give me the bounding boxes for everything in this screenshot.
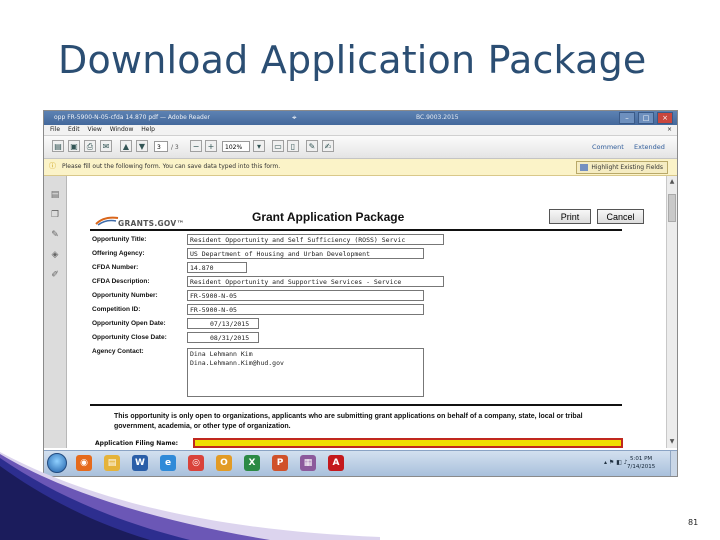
window-controls: – □ ×	[619, 112, 673, 124]
save-icon[interactable]: ▣	[68, 140, 80, 152]
highlight-fields-button[interactable]: Highlight Existing Fields	[576, 161, 668, 174]
eligibility-notice: This opportunity is only open to organiz…	[114, 413, 583, 430]
pdf-document-page: GRANTS.GOV™ Grant Application Package Pr…	[67, 176, 666, 448]
page-total: / 3	[171, 144, 179, 151]
info-icon: ⓘ	[49, 162, 56, 170]
document-message-bar: ⓘ Please fill out the following form. Yo…	[44, 159, 677, 176]
page-up-icon[interactable]: ▲	[120, 140, 132, 152]
cfda-number-label: CFDA Number:	[92, 264, 139, 271]
comment-bubble-icon[interactable]: ✎	[306, 140, 318, 152]
navigation-pane: ▤ ❐ ✎ ◈ ✐	[44, 176, 67, 448]
menu-view[interactable]: View	[88, 126, 102, 133]
slide-title: Download Application Package	[58, 38, 647, 82]
scroll-thumb[interactable]	[668, 194, 676, 222]
menu-help[interactable]: Help	[141, 126, 155, 133]
sign-icon[interactable]: ✍	[322, 140, 334, 152]
system-tray-icons[interactable]: ▴ ⚑ ◧ ♪	[604, 459, 628, 466]
clock-time: 5:01 PM	[630, 456, 653, 462]
cfda-description-label: CFDA Description:	[92, 278, 150, 285]
agency-contact-label: Agency Contact:	[92, 348, 144, 355]
opportunity-number-label: Opportunity Number:	[92, 292, 158, 299]
minimize-button[interactable]: –	[619, 112, 635, 124]
opportunity-number-field[interactable]: FR-5900-N-05	[187, 290, 424, 301]
bookmarks-icon[interactable]: ❐	[50, 210, 60, 220]
window-center-text: BC.9003.2015	[416, 114, 459, 121]
opportunity-title-field[interactable]: Resident Opportunity and Self Sufficienc…	[187, 234, 444, 245]
fit-width-icon[interactable]: ▯	[287, 140, 299, 152]
page-number-input[interactable]: 3	[154, 141, 168, 152]
page-down-icon[interactable]: ▼	[136, 140, 148, 152]
close-date-label: Opportunity Close Date:	[92, 334, 167, 341]
zoom-select[interactable]: 102%	[222, 141, 250, 152]
menu-window[interactable]: Window	[110, 126, 134, 133]
zoom-dropdown-icon[interactable]: ▾	[253, 140, 265, 152]
vertical-scrollbar[interactable]: ▲ ▼	[666, 176, 677, 448]
zoom-in-icon[interactable]: +	[205, 140, 217, 152]
cfda-number-field[interactable]: 14.870	[187, 262, 247, 273]
open-icon[interactable]: ▤	[52, 140, 64, 152]
print-button[interactable]: Print	[549, 209, 591, 224]
offering-agency-field[interactable]: US Department of Housing and Urban Devel…	[187, 248, 424, 259]
layers-icon[interactable]: ◈	[50, 250, 60, 260]
window-title: opp FR-5900-N-05-cfda 14.870 pdf — Adobe…	[54, 114, 210, 121]
decorative-swoosh	[0, 450, 380, 540]
pin-icon[interactable]: ⌖	[292, 113, 297, 123]
form-message: Please fill out the following form. You …	[62, 163, 281, 170]
close-button[interactable]: ×	[657, 112, 673, 124]
notice-divider	[90, 404, 622, 406]
open-date-label: Opportunity Open Date:	[92, 320, 166, 327]
taskbar-clock[interactable]: 5:01 PM 7/14/2015	[627, 455, 655, 471]
close-document-icon[interactable]: ×	[667, 125, 672, 135]
signatures-icon[interactable]: ✐	[50, 270, 60, 280]
attachments-icon[interactable]: ✎	[50, 230, 60, 240]
agency-contact-name: Dina Lehmann Kim	[190, 350, 253, 358]
zoom-out-icon[interactable]: −	[190, 140, 202, 152]
package-heading: Grant Application Package	[252, 210, 405, 224]
agency-contact-email: Dina.Lehmann.Kim@hud.gov	[190, 359, 284, 367]
toolbar: ▤ ▣ ⎙ ✉ ▲ ▼ 3 / 3 − + 102% ▾ ▭ ▯ ✎ ✍ Com…	[44, 136, 677, 159]
clock-date: 7/14/2015	[627, 464, 656, 470]
print-icon[interactable]: ⎙	[84, 140, 96, 152]
comment-pane-link[interactable]: Comment	[592, 143, 624, 151]
scroll-up-icon[interactable]: ▲	[668, 178, 676, 185]
cancel-button[interactable]: Cancel	[597, 209, 644, 224]
highlight-fields-label: Highlight Existing Fields	[591, 164, 663, 171]
page-number: 81	[688, 518, 699, 527]
header-divider	[90, 229, 622, 231]
opportunity-title-label: Opportunity Title:	[92, 236, 147, 243]
menu-bar: File Edit View Window Help ×	[44, 125, 677, 136]
highlight-icon	[580, 164, 589, 171]
extended-pane-link[interactable]: Extended	[634, 143, 665, 151]
pages-icon[interactable]: ▤	[50, 190, 60, 200]
adobe-reader-screenshot: opp FR-5900-N-05-cfda 14.870 pdf — Adobe…	[43, 110, 678, 477]
scroll-down-icon[interactable]: ▼	[668, 438, 676, 445]
menu-edit[interactable]: Edit	[68, 126, 80, 133]
offering-agency-label: Offering Agency:	[92, 250, 145, 257]
competition-id-field[interactable]: FR-5900-N-05	[187, 304, 424, 315]
close-date-field[interactable]: 08/31/2015	[187, 332, 259, 343]
fit-page-icon[interactable]: ▭	[272, 140, 284, 152]
open-date-field[interactable]: 07/13/2015	[187, 318, 259, 329]
grants-gov-logo-text: GRANTS.GOV™	[118, 219, 185, 228]
email-icon[interactable]: ✉	[100, 140, 112, 152]
competition-id-label: Competition ID:	[92, 306, 141, 313]
cfda-description-field[interactable]: Resident Opportunity and Supportive Serv…	[187, 276, 444, 287]
show-desktop-button[interactable]	[670, 451, 677, 476]
agency-contact-field[interactable]: Dina Lehmann Kim Dina.Lehmann.Kim@hud.go…	[187, 348, 424, 397]
window-titlebar: opp FR-5900-N-05-cfda 14.870 pdf — Adobe…	[44, 111, 677, 125]
maximize-button[interactable]: □	[638, 112, 654, 124]
menu-file[interactable]: File	[50, 126, 60, 133]
